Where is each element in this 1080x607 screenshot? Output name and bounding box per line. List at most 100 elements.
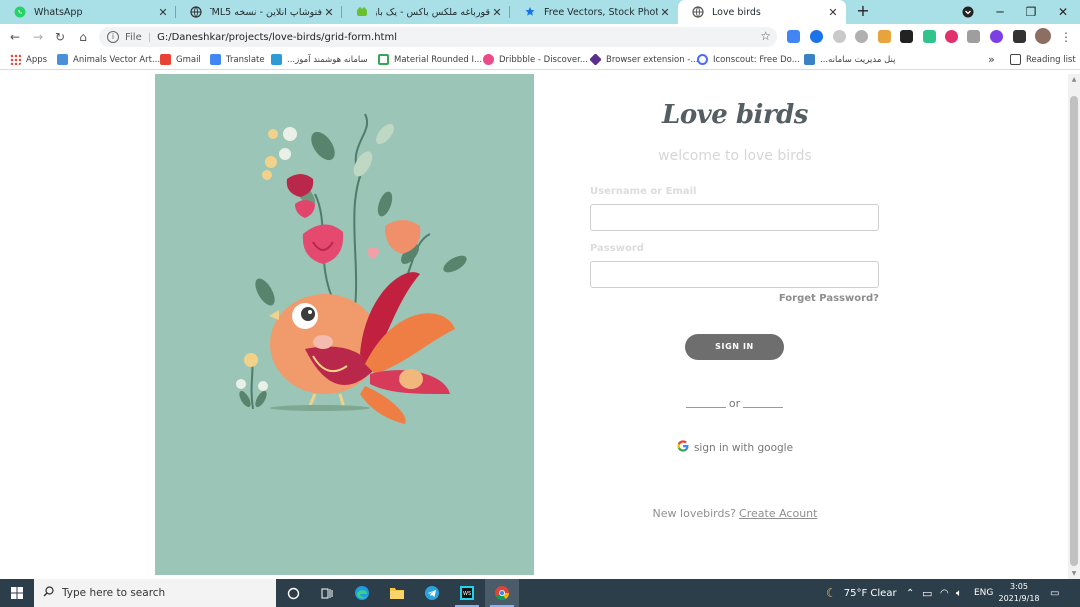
network-icon[interactable]: ◠ <box>940 579 949 607</box>
tab-freepik[interactable]: Free Vectors, Stock Photos & PSD ✕ <box>510 0 678 24</box>
close-tab-icon[interactable]: ✕ <box>826 6 840 19</box>
menu-kebab-icon[interactable]: ⋮ <box>1057 28 1075 46</box>
extension-icon[interactable] <box>923 30 936 43</box>
language-indicator[interactable]: ENG <box>974 579 993 607</box>
address-bar[interactable]: i File | G:/Daneshkar/projects/love-bird… <box>99 27 777 47</box>
close-window-button[interactable]: ✕ <box>1047 0 1079 24</box>
extension-icon[interactable] <box>990 30 1003 43</box>
forgot-password-link[interactable]: Forget Password? <box>779 293 879 304</box>
edge-app-icon[interactable] <box>345 579 379 607</box>
chevron-down-icon <box>962 6 974 18</box>
material-icon <box>378 54 389 65</box>
close-tab-icon[interactable]: ✕ <box>156 6 170 19</box>
telegram-app-icon[interactable] <box>415 579 449 607</box>
scroll-down-arrow[interactable]: ▼ <box>1070 570 1078 577</box>
scrollbar-thumb[interactable] <box>1070 96 1078 566</box>
file-explorer-app-icon[interactable] <box>380 579 414 607</box>
weather-widget[interactable]: ☾ 75°F Clear <box>826 579 897 607</box>
school-icon <box>271 54 282 65</box>
task-view-button[interactable] <box>309 579 343 607</box>
tab-love-birds[interactable]: Love birds ✕ <box>678 0 846 24</box>
taskbar-search-input[interactable]: Type here to search <box>34 579 276 607</box>
welcome-text: welcome to love birds <box>658 148 812 164</box>
globe-icon <box>692 6 704 18</box>
windows-taskbar: Type here to search WS ☾ 75°F Clear ⌃ ▭ … <box>0 579 1080 607</box>
tab-globe[interactable]: فتوشاپ آنلاین - نسخه HTML5 ✕ <box>176 0 342 24</box>
bookmark-apps[interactable]: Apps <box>10 52 47 67</box>
info-icon[interactable]: i <box>107 31 119 43</box>
new-tab-button[interactable]: + <box>854 2 872 20</box>
bookmark-star-icon[interactable]: ☆ <box>760 29 771 43</box>
scroll-up-arrow[interactable]: ▲ <box>1070 76 1078 83</box>
tab-game[interactable]: قورباغه ملکس باکس - یک بازی، جذ ✕ <box>342 0 510 24</box>
volume-icon[interactable]: 🔈︎ <box>956 579 962 607</box>
close-tab-icon[interactable]: ✕ <box>658 6 672 19</box>
extension-icon[interactable] <box>945 30 958 43</box>
close-tab-icon[interactable]: ✕ <box>322 6 336 19</box>
tab-whatsapp[interactable]: WhatsApp ✕ <box>0 0 176 24</box>
avatar[interactable] <box>1035 28 1051 44</box>
puzzle-icon[interactable] <box>1013 30 1026 43</box>
bookmarks-bar: Apps Animals Vector Art... Gmail Transla… <box>0 49 1080 70</box>
tab-search-button[interactable] <box>952 0 984 24</box>
password-label: Password <box>590 243 644 254</box>
translate-icon <box>210 54 221 65</box>
brand-title: Love birds <box>662 100 808 130</box>
create-account-link[interactable]: Create Acount <box>739 507 817 520</box>
clock[interactable]: 3:05 2021/9/18 <box>996 581 1042 605</box>
extension-icon[interactable] <box>855 30 868 43</box>
login-form: Love birds welcome to love birds Usernam… <box>590 74 880 575</box>
bookmark-item[interactable]: Iconscout: Free Do... <box>697 52 800 67</box>
notifications-icon[interactable]: ▭ <box>1050 579 1059 607</box>
page-viewport: Love birds welcome to love birds Usernam… <box>0 74 1068 579</box>
vecteezy-icon <box>57 54 68 65</box>
webstorm-app-icon[interactable]: WS <box>450 579 484 607</box>
game-icon <box>356 6 368 18</box>
bookmark-item[interactable]: Translate <box>210 52 265 67</box>
extension-icon[interactable] <box>810 30 823 43</box>
reload-button[interactable]: ↻ <box>51 28 69 46</box>
moon-icon: ☾ <box>826 586 837 600</box>
bookmark-item[interactable]: Gmail <box>160 52 201 67</box>
bookmark-item[interactable]: Browser extension -... <box>589 52 698 67</box>
panel-icon <box>804 54 815 65</box>
home-button[interactable]: ⌂ <box>74 28 92 46</box>
sign-in-button[interactable]: SIGN IN <box>685 334 784 360</box>
bookmark-item[interactable]: سامانه هوشمند آموز... <box>271 52 368 67</box>
google-icon <box>677 440 689 455</box>
bookmark-item[interactable]: پنل مدیریت سامانه... <box>804 52 895 67</box>
reading-list-button[interactable]: Reading list <box>1010 52 1076 67</box>
google-sign-in-button[interactable]: sign in with google <box>590 440 880 455</box>
start-button[interactable] <box>0 579 34 607</box>
tray-chevron-up-icon[interactable]: ⌃ <box>906 579 914 607</box>
bookmark-item[interactable]: Material Rounded I... <box>378 52 482 67</box>
maximize-button[interactable]: ❐ <box>1015 0 1047 24</box>
extension-icon[interactable] <box>878 30 891 43</box>
search-icon <box>43 586 54 600</box>
bookmarks-overflow-button[interactable]: » <box>988 52 995 67</box>
battery-icon[interactable]: ▭ <box>922 579 932 607</box>
translate-ext-icon[interactable] <box>787 30 800 43</box>
extension-icon[interactable] <box>833 30 846 43</box>
svg-text:WS: WS <box>463 591 471 597</box>
username-input[interactable] <box>590 204 879 231</box>
forward-button[interactable]: → <box>29 28 47 46</box>
cortana-button[interactable] <box>276 579 310 607</box>
bookmark-item[interactable]: Animals Vector Art... <box>57 52 160 67</box>
back-button[interactable]: ← <box>6 28 24 46</box>
close-tab-icon[interactable]: ✕ <box>490 6 504 19</box>
iconscout-icon <box>697 54 708 65</box>
gmail-icon <box>160 54 171 65</box>
chrome-app-icon[interactable] <box>485 579 519 607</box>
windows-icon <box>11 587 23 599</box>
extension-icon[interactable] <box>967 30 980 43</box>
freepik-icon <box>524 6 536 18</box>
url-text[interactable]: G:/Daneshkar/projects/love-birds/grid-fo… <box>157 32 397 43</box>
minimize-button[interactable]: ─ <box>984 0 1016 24</box>
extension-icon[interactable] <box>900 30 913 43</box>
or-divider: or <box>686 397 783 413</box>
password-input[interactable] <box>590 261 879 288</box>
dribbble-icon <box>483 54 494 65</box>
reading-list-icon <box>1010 54 1021 65</box>
bookmark-item[interactable]: Dribbble - Discover... <box>483 52 588 67</box>
